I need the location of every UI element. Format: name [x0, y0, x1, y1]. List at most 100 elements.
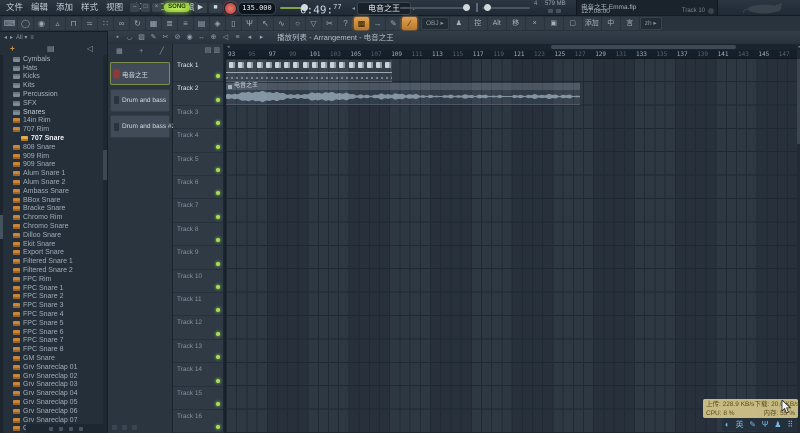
- yan-button[interactable]: 言: [620, 17, 639, 30]
- track-led-icon[interactable]: [216, 425, 220, 430]
- zoom-tool-icon[interactable]: ⊕: [208, 32, 219, 43]
- track-header-14[interactable]: Track 14: [173, 363, 223, 387]
- browser-item-alum-snare-1[interactable]: Alum Snare 1: [3, 169, 101, 178]
- obj-dropdown[interactable]: OBJ ▸: [421, 17, 449, 30]
- track-header-16[interactable]: Track 16: [173, 410, 223, 433]
- arrow-tool-icon[interactable]: →: [370, 17, 385, 30]
- track-led-icon[interactable]: [216, 308, 220, 313]
- browser-file-tab-icon[interactable]: ▤: [47, 43, 55, 55]
- menu-编辑[interactable]: 编辑: [27, 0, 52, 15]
- browser-item-fpc-snare-1[interactable]: FPC Snare 1: [3, 284, 101, 293]
- browser-item-chromo-rim[interactable]: Chromo Rim: [3, 213, 101, 222]
- record-button[interactable]: [224, 2, 237, 15]
- browser-item-fpc-snare-3[interactable]: FPC Snare 3: [3, 301, 101, 310]
- pencil-tool-icon[interactable]: ✎: [386, 17, 401, 30]
- track-led-icon[interactable]: [216, 331, 220, 336]
- list-view-icon[interactable]: ▥: [213, 46, 220, 54]
- pointer-tool-icon[interactable]: ↖: [258, 17, 273, 30]
- track-header-10[interactable]: Track 10: [173, 270, 223, 293]
- browser-item-grv-snareclap-01[interactable]: Grv Snareclap 01: [3, 363, 101, 372]
- browser-menu-icon[interactable]: ≡: [30, 35, 34, 41]
- track-header-7[interactable]: Track 7: [173, 199, 223, 223]
- track-led-icon[interactable]: [216, 144, 220, 149]
- browser-scrollbar[interactable]: [103, 55, 107, 433]
- paste-icon[interactable]: ▢: [563, 17, 582, 30]
- track-led-icon[interactable]: [216, 238, 220, 243]
- automation-icon[interactable]: ∿: [274, 17, 289, 30]
- help-icon[interactable]: ?: [338, 17, 353, 30]
- browser-item-percussion[interactable]: Percussion: [3, 90, 101, 99]
- ime-logo-icon[interactable]: ◐: [725, 418, 730, 431]
- typing-keyboard-icon[interactable]: ⌨: [2, 17, 17, 30]
- track-led-icon[interactable]: [216, 97, 220, 102]
- browser-item-kicks[interactable]: Kicks: [3, 73, 101, 82]
- browser-item-sfx[interactable]: SFX: [3, 99, 101, 108]
- ime-mic-icon[interactable]: Ψ: [762, 418, 769, 431]
- cut-icon[interactable]: ✂: [322, 17, 337, 30]
- master-pitch-knob[interactable]: [484, 4, 491, 11]
- browser-item-ekit-snare[interactable]: Ekit Snare: [3, 240, 101, 249]
- track-header-5[interactable]: Track 5: [173, 153, 223, 176]
- browser-item-fpc-snare-5[interactable]: FPC Snare 5: [3, 319, 101, 328]
- metronome-icon[interactable]: ▵: [50, 17, 65, 30]
- monitor-knob[interactable]: [708, 8, 714, 14]
- close-button[interactable]: ×: [525, 17, 544, 30]
- browser-item-grv-snareclap-06[interactable]: Grv Snareclap 06: [3, 407, 101, 416]
- browser-item-gm-snare[interactable]: GM Snare: [3, 354, 101, 363]
- ime-user-icon[interactable]: ♟: [774, 418, 781, 431]
- browser-item-ambass-snare[interactable]: Ambass Snare: [3, 187, 101, 196]
- stepedit-icon[interactable]: ∷: [98, 17, 113, 30]
- play-button[interactable]: ▶: [194, 3, 207, 13]
- playlist-toggle-icon[interactable]: ▩: [354, 17, 369, 30]
- window-button-2[interactable]: ×: [152, 3, 161, 12]
- browser-item-cymbals[interactable]: Cymbals: [3, 55, 101, 64]
- save-icon[interactable]: ▽: [306, 17, 321, 30]
- zhong-button[interactable]: 中: [601, 17, 620, 30]
- alt-button[interactable]: Alt: [487, 17, 506, 30]
- browser-toggle-icon[interactable]: ≡: [178, 17, 193, 30]
- ime-pen-icon[interactable]: ✎: [749, 418, 756, 431]
- tempo-display[interactable]: 135.000: [238, 2, 276, 15]
- track-header-6[interactable]: Track 6: [173, 176, 223, 200]
- track-led-icon[interactable]: [216, 191, 220, 196]
- track-header-9[interactable]: Track 9: [173, 246, 223, 270]
- browser-item-kits[interactable]: Kits: [3, 81, 101, 90]
- project-picker-icon[interactable]: ◈: [210, 17, 225, 30]
- copy-icon[interactable]: ▣: [544, 17, 563, 30]
- browser-left-scrollbar[interactable]: [0, 55, 3, 433]
- track-led-icon[interactable]: [216, 74, 220, 79]
- user-icon[interactable]: ♟: [449, 17, 468, 30]
- pattern-item-电音之王[interactable]: 电音之王: [110, 62, 170, 85]
- browser-item-snares[interactable]: Snares: [3, 108, 101, 117]
- paint-tool-icon[interactable]: ▨: [136, 32, 147, 43]
- language-dropdown[interactable]: zh ▸: [639, 17, 662, 30]
- browser-item-grv-snareclap-05[interactable]: Grv Snareclap 05: [3, 398, 101, 407]
- track-header-1[interactable]: Track 1: [173, 59, 223, 83]
- loop-record-icon[interactable]: ↻: [130, 17, 145, 30]
- balance-knob-icon[interactable]: ◉: [34, 17, 49, 30]
- window-button-0[interactable]: –: [130, 3, 139, 12]
- menu-文件[interactable]: 文件: [2, 0, 27, 15]
- mute-tool-icon[interactable]: ◉: [184, 32, 195, 43]
- browser-item-14in-rim[interactable]: 14in Rim: [3, 117, 101, 126]
- master-volume-slider[interactable]: [400, 4, 470, 11]
- browser-item-fpc-rim[interactable]: FPC Rim: [3, 275, 101, 284]
- master-volume-knob[interactable]: [463, 4, 470, 11]
- track-header-3[interactable]: Track 3: [173, 106, 223, 130]
- ime-lang-icon[interactable]: 英: [736, 418, 744, 431]
- window-button-1[interactable]: □: [141, 3, 150, 12]
- wait-input-icon[interactable]: ⊓: [66, 17, 81, 30]
- delete-tool-icon[interactable]: ⊘: [172, 32, 183, 43]
- track-header-4[interactable]: Track 4: [173, 129, 223, 153]
- track-led-icon[interactable]: [216, 121, 220, 126]
- playback-tool-icon[interactable]: ◁: [220, 32, 231, 43]
- track-led-icon[interactable]: [216, 284, 220, 289]
- master-pitch-slider[interactable]: [482, 4, 530, 11]
- mixer-icon[interactable]: ≣: [162, 17, 177, 30]
- song-mode-led[interactable]: SONG: [164, 3, 190, 12]
- browser-item-alum-snare-2[interactable]: Alum Snare 2: [3, 178, 101, 187]
- track-header-2[interactable]: Track 2: [173, 82, 223, 106]
- track-led-icon[interactable]: [216, 378, 220, 383]
- browser-item-707-rim[interactable]: 707 Rim: [3, 125, 101, 134]
- add-button[interactable]: 添加: [582, 17, 601, 30]
